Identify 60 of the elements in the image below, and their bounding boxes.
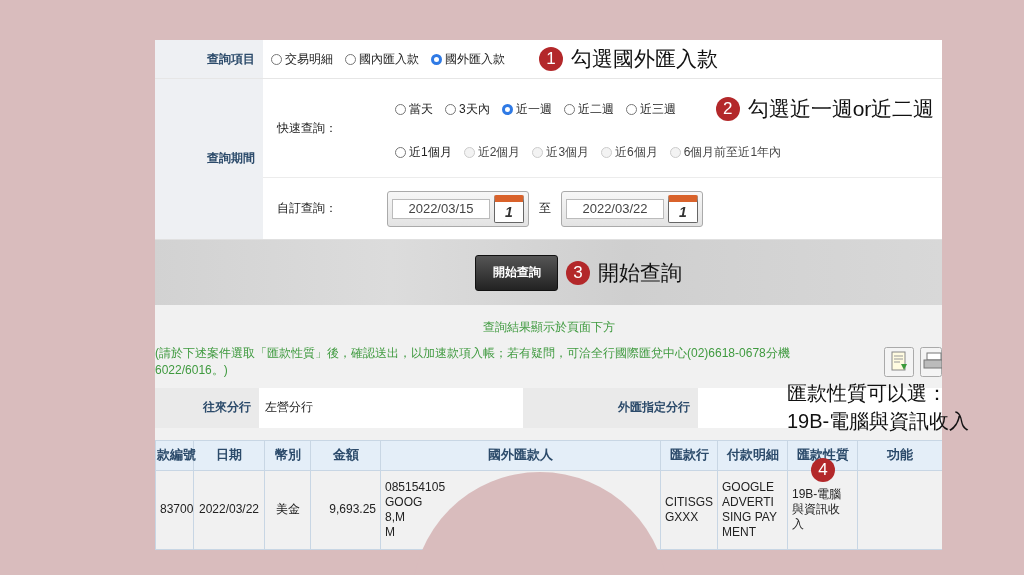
radio-button[interactable] [345,53,356,65]
printer-icon[interactable] [920,347,942,377]
field-label: 往來分行 [155,387,259,428]
table-cell: 2022/03/22 [193,470,265,550]
field-value: 左營分行 [259,387,523,428]
result-notice: 查詢結果顯示於頁面下方 [481,319,616,336]
field-label: 查詢項目 [155,40,263,78]
radio-button[interactable] [445,103,456,115]
annotation-text: 19B-電腦與資訊收入 [787,409,970,434]
column-header: 匯款行 [660,440,718,471]
column-header: 款編號 [155,440,194,471]
field-label: 查詢期間 [155,79,263,239]
number-badge: 1 [539,47,563,71]
number-badge: 3 [566,260,590,285]
download-icon[interactable] [884,347,914,377]
column-header: 付款明細 [717,440,788,471]
radio-label: 近三週 [639,100,676,118]
radio-label: 國外匯入款 [445,50,505,68]
column-header: 幣別 [264,440,311,471]
radio-button[interactable] [563,103,575,115]
range-separator: 至 [539,200,551,217]
date-field[interactable]: 2022/03/22 [566,198,664,219]
field-label: 快速查詢： [276,119,338,137]
table-cell: 美金 [264,470,311,550]
radio-button[interactable] [625,103,637,115]
annotation-text: 勾選國外匯入款 [571,46,718,72]
radio-label: 交易明細 [285,50,333,68]
search-button[interactable]: 開始查詢 [475,254,558,291]
radio-button[interactable] [271,53,282,65]
table-cell: CITISGS GXXX [660,470,718,550]
radio-button[interactable] [395,103,406,115]
column-header: 金額 [310,440,381,471]
radio-label: 近3個月 [546,144,590,161]
radio-label: 近二週 [577,100,614,118]
annotation-text: 勾選近一週or近二週 [747,96,935,122]
radio-button[interactable] [395,147,406,158]
column-header: 功能 [857,440,942,471]
field-label: 自訂查詢： [276,200,338,217]
radio-label: 6個月前至近1年內 [683,144,782,161]
radio-button[interactable] [501,103,513,115]
date-field[interactable]: 2022/03/15 [392,198,490,219]
table-cell: 83700 [155,470,194,550]
column-header: 國外匯款人 [380,440,661,471]
number-badge: 2 [715,97,740,121]
radio-label: 近6個月 [615,144,658,161]
calendar-icon[interactable]: 1 [494,194,524,223]
radio-label: 當天 [409,100,433,118]
radio-label: 3天內 [459,100,490,118]
radio-button[interactable] [431,53,442,65]
radio-label: 近1個月 [409,144,452,161]
radio-label: 國內匯入款 [359,50,419,68]
table-cell: GOOGLE ADVERTI SING PAY MENT [717,470,788,550]
table-cell: 9,693.25 [310,470,381,550]
annotation-text: 開始查詢 [598,259,682,286]
field-label: 外匯指定分行 [523,387,698,428]
calendar-icon[interactable]: 1 [668,194,698,223]
radio-label: 近2個月 [477,144,521,161]
annotation-text: 匯款性質可以選： [787,381,948,406]
instruction-text: (請於下述案件選取「匯款性質」後，確認送出，以加速款項入帳；若有疑問，可洽全行國際匯兌中心(02)6618-0678分機6022/6016。) [155,345,791,379]
radio-label: 近一週 [515,100,552,118]
